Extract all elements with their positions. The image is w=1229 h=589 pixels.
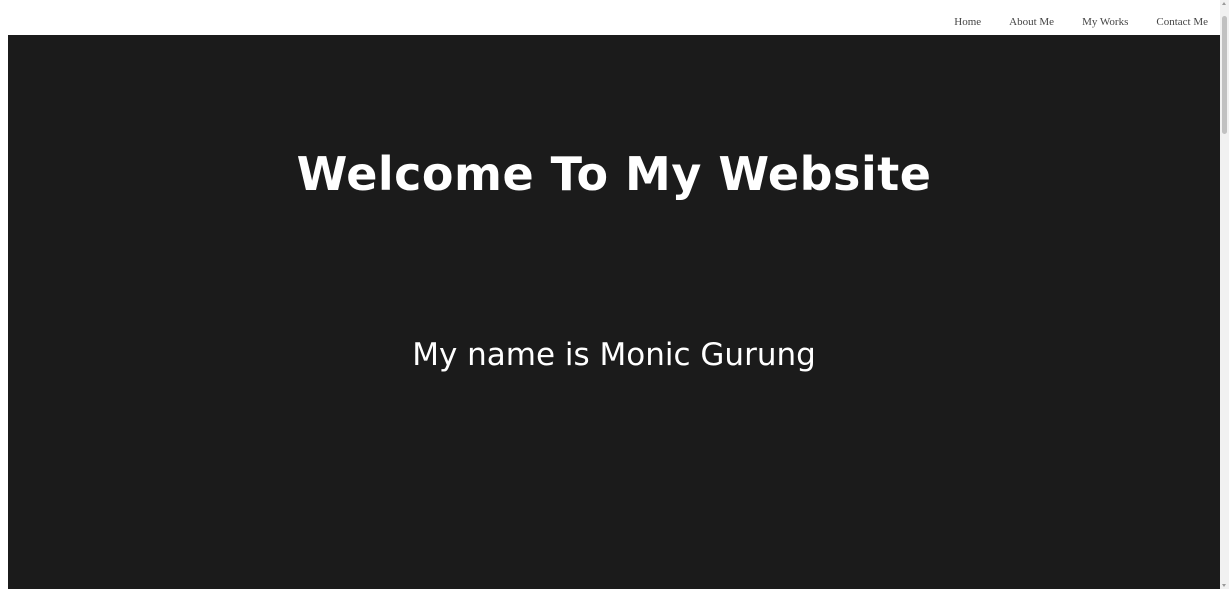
top-navigation-bar: Home About Me My Works Contact Me — [8, 0, 1220, 35]
nav-link-my-works[interactable]: My Works — [1082, 15, 1128, 29]
scroll-down-arrow-icon[interactable] — [1222, 584, 1226, 587]
nav-link-about-me[interactable]: About Me — [1009, 15, 1054, 29]
page: Home About Me My Works Contact Me Welcom… — [0, 0, 1229, 589]
scrollbar-thumb[interactable] — [1222, 16, 1227, 134]
scroll-up-arrow-icon[interactable] — [1222, 2, 1226, 5]
nav-link-home[interactable]: Home — [954, 15, 981, 29]
nav-menu: Home About Me My Works Contact Me — [926, 15, 1208, 29]
hero-section: Welcome To My Website My name is Monic G… — [8, 35, 1220, 589]
hero-title: Welcome To My Website — [296, 147, 932, 201]
hero-subtitle: My name is Monic Gurung — [412, 337, 816, 373]
nav-link-contact-me[interactable]: Contact Me — [1156, 15, 1208, 29]
vertical-scrollbar[interactable] — [1220, 0, 1229, 589]
